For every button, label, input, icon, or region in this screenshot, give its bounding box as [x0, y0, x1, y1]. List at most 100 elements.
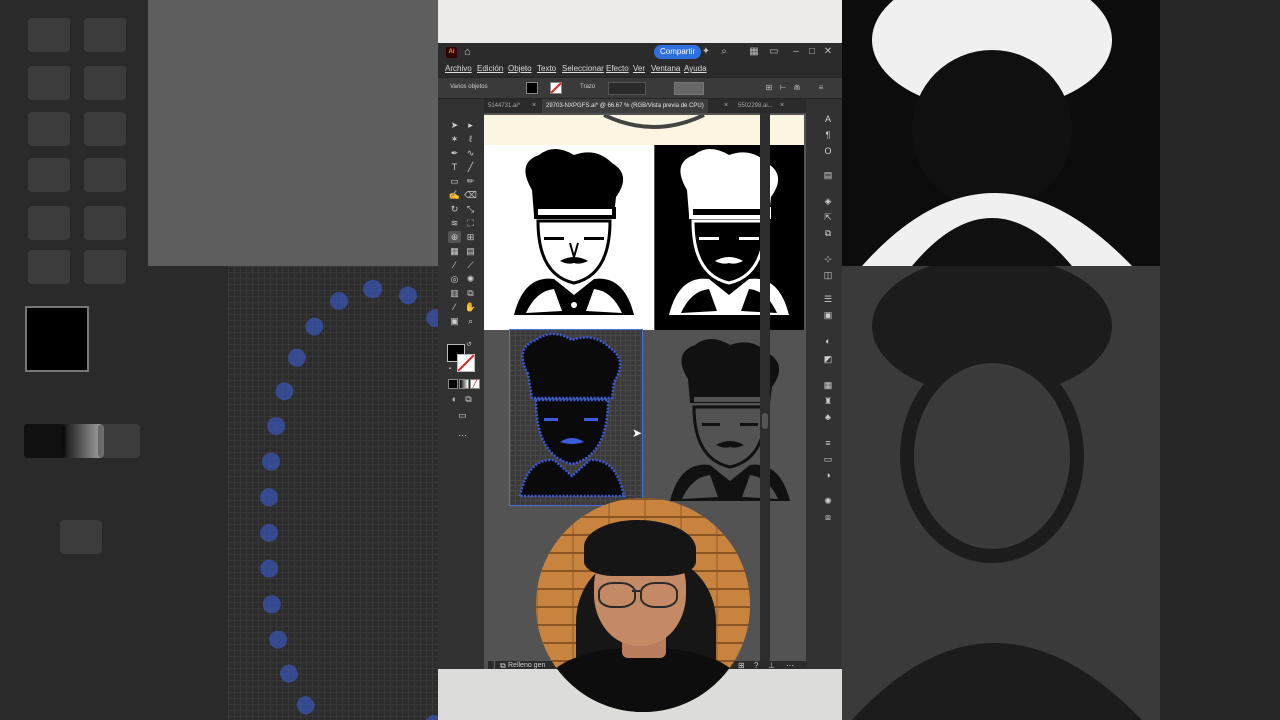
libraries-panel-icon[interactable]: ▣: [822, 309, 834, 321]
menu-archivo[interactable]: Archivo: [445, 64, 472, 73]
free-transform-tool-icon[interactable]: ⛶: [464, 217, 477, 229]
eraser-tool-icon[interactable]: ⌫: [464, 189, 477, 201]
align-panel-icon[interactable]: ▤: [822, 169, 834, 181]
swap-colors-icon[interactable]: ↺: [465, 341, 473, 349]
magic-wand-tool-icon[interactable]: ✶: [448, 133, 461, 145]
menu-edicion[interactable]: Edición: [477, 64, 503, 73]
pencil-tool-icon[interactable]: ✏: [464, 175, 477, 187]
pen-tool-icon[interactable]: ✒: [448, 147, 461, 159]
tab-close-icon[interactable]: ×: [724, 99, 728, 113]
minimize-icon[interactable]: –: [790, 46, 802, 58]
gradient-mode-icon[interactable]: [459, 379, 469, 389]
arrange-documents-icon[interactable]: ▦: [748, 46, 760, 58]
line-tool-icon[interactable]: ╱: [464, 161, 477, 173]
opentype-panel-icon[interactable]: O: [822, 145, 834, 157]
menu-texto[interactable]: Texto: [537, 64, 556, 73]
menu-ayuda[interactable]: Ayuda: [684, 64, 707, 73]
color-guide-panel-icon[interactable]: ◩: [822, 353, 834, 365]
artboard-cream[interactable]: [484, 115, 804, 145]
gradient-panel-icon[interactable]: ▭: [822, 453, 834, 465]
menu-efecto[interactable]: Efecto: [606, 64, 629, 73]
stroke-swatch[interactable]: [457, 354, 475, 372]
vertical-scrollbar[interactable]: [760, 113, 770, 669]
perspective-grid-tool-icon[interactable]: ⊞: [464, 231, 477, 243]
artboard-tool-icon[interactable]: ⧉: [464, 287, 477, 299]
stroke-panel-icon[interactable]: ≡: [822, 437, 834, 449]
chef-illustration-white[interactable]: [655, 145, 804, 330]
width-tool-icon[interactable]: ≋: [448, 217, 461, 229]
color-panel-icon[interactable]: ◐: [822, 335, 834, 347]
selected-traced-artwork[interactable]: [509, 329, 643, 506]
panel-menu-icon[interactable]: ≡: [816, 82, 826, 93]
draw-mode-icon[interactable]: ◐: [448, 393, 461, 405]
mesh-tool-icon[interactable]: ▦: [448, 245, 461, 257]
transform-icon[interactable]: ⊢: [778, 82, 788, 93]
close-icon[interactable]: ✕: [822, 46, 834, 58]
swatches-panel-icon[interactable]: ▦: [822, 379, 834, 391]
color-mode-icon[interactable]: [448, 379, 458, 389]
zoom-tool-icon[interactable]: ⌕: [464, 315, 477, 327]
eyedropper-tool-icon[interactable]: ⁄: [448, 259, 461, 271]
maximize-icon[interactable]: □: [806, 46, 818, 58]
search-icon[interactable]: ⌕: [718, 46, 730, 58]
blend-tool-icon[interactable]: ◎: [448, 273, 461, 285]
print-tiling-tool-icon[interactable]: ▣: [448, 315, 461, 327]
share-button[interactable]: Compartir: [654, 45, 702, 59]
none-mode-icon[interactable]: ╱: [470, 379, 480, 389]
home-icon[interactable]: ⌂: [464, 46, 476, 58]
tab-close-icon[interactable]: ×: [532, 99, 536, 113]
artboard-black[interactable]: [655, 145, 804, 330]
transparency-panel-icon[interactable]: ◑: [822, 469, 834, 481]
artboards-panel-icon[interactable]: ⧉: [822, 227, 834, 239]
chef-outline-illustration[interactable]: [656, 335, 804, 505]
edit-toolbar-icon[interactable]: ⋯: [456, 429, 469, 441]
style-dropdown[interactable]: [674, 82, 704, 95]
brushes-panel-icon[interactable]: ♜: [822, 395, 834, 407]
graphic-styles-panel-icon[interactable]: ⧈: [822, 511, 834, 523]
shaper-tool-icon[interactable]: ✍: [448, 189, 461, 201]
stroke-color-swatch[interactable]: [550, 82, 562, 94]
symbol-sprayer-tool-icon[interactable]: ✺: [464, 273, 477, 285]
selection-tool-icon[interactable]: ➤: [448, 119, 461, 131]
stroke-label[interactable]: Trazo: [580, 84, 595, 90]
chef-traced-blue-selection[interactable]: [510, 330, 642, 505]
pathfinder-panel-icon[interactable]: ◫: [822, 269, 834, 281]
rectangle-tool-icon[interactable]: ▭: [448, 175, 461, 187]
hand-tool-icon[interactable]: ✋: [464, 301, 477, 313]
scale-tool-icon[interactable]: ⤡: [464, 203, 477, 215]
character-panel-icon[interactable]: A: [822, 113, 834, 125]
menu-ventana[interactable]: Ventana: [651, 64, 680, 73]
export-panel-icon[interactable]: ⇱: [822, 211, 834, 223]
pathfinder-icon[interactable]: ⋒: [792, 82, 802, 93]
tab-document-2-active[interactable]: 29703-NXPGFS.ai* @ 66.67 % (RGB/Vista pr…: [542, 99, 708, 113]
workspace-icon[interactable]: ▭: [768, 46, 780, 58]
default-colors-icon[interactable]: ▪: [446, 365, 454, 373]
tab-close-icon[interactable]: ×: [780, 99, 784, 113]
stroke-weight-field[interactable]: [608, 82, 646, 95]
menu-seleccionar[interactable]: Seleccionar: [562, 64, 604, 73]
fill-color-swatch[interactable]: [526, 82, 538, 94]
change-screen-mode-icon[interactable]: ▭: [456, 409, 469, 421]
shape-builder-tool-icon[interactable]: ⊕: [448, 231, 461, 243]
notifications-icon[interactable]: ✦: [700, 46, 712, 58]
artboard-white[interactable]: [484, 145, 654, 330]
properties-panel-icon[interactable]: ☰: [822, 293, 834, 305]
measure-tool-icon[interactable]: ⟋: [464, 259, 477, 271]
direct-selection-tool-icon[interactable]: ▸: [464, 119, 477, 131]
tab-document-1[interactable]: 5144731.ai*: [484, 99, 524, 113]
menu-ver[interactable]: Ver: [633, 64, 645, 73]
gradient-tool-icon[interactable]: ▤: [464, 245, 477, 257]
tab-document-3[interactable]: 5502298.ai...: [734, 99, 777, 113]
symbols-panel-icon[interactable]: ♣: [822, 411, 834, 423]
transform-panel-icon[interactable]: ⊹: [822, 253, 834, 265]
slice-tool-icon[interactable]: ⁄: [448, 301, 461, 313]
layers-panel-icon[interactable]: ◈: [822, 195, 834, 207]
chef-illustration-black[interactable]: [484, 145, 654, 330]
curvature-tool-icon[interactable]: ∿: [464, 147, 477, 159]
menu-objeto[interactable]: Objeto: [508, 64, 532, 73]
paragraph-panel-icon[interactable]: ¶: [822, 129, 834, 141]
lasso-tool-icon[interactable]: ℓ: [464, 133, 477, 145]
appearance-panel-icon[interactable]: ✺: [822, 495, 834, 507]
align-icon[interactable]: ⊞: [764, 82, 774, 93]
screen-mode-icon[interactable]: ⧉: [462, 393, 475, 405]
